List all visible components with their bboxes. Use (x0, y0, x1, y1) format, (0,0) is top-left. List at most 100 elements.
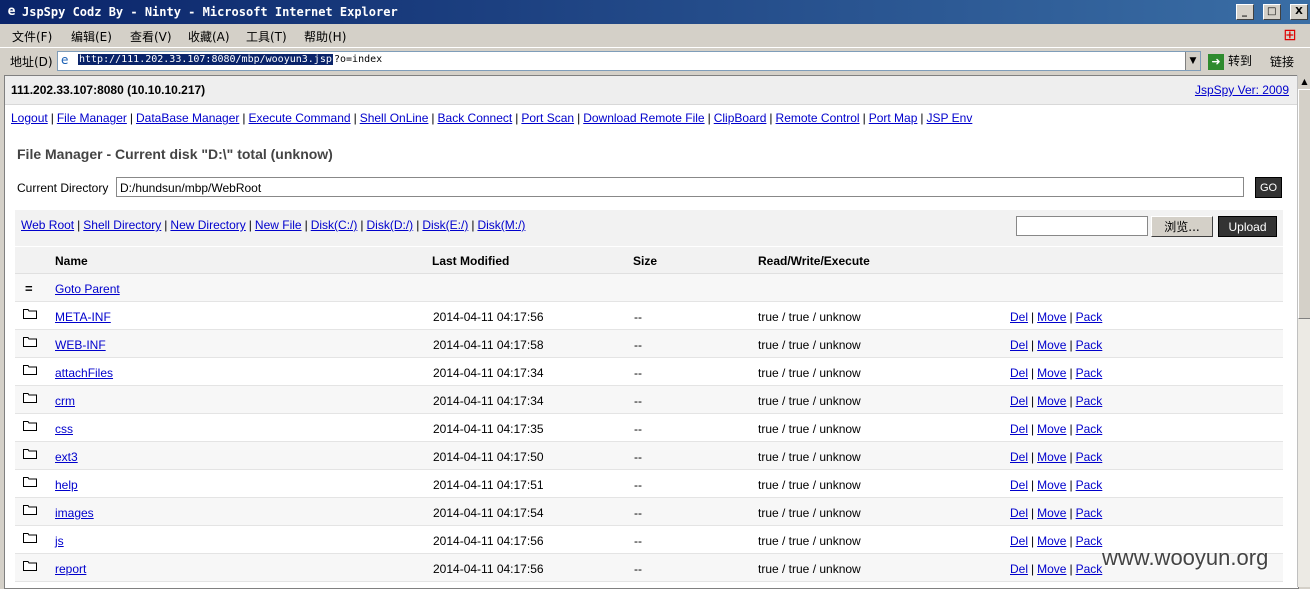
move-link[interactable]: Move (1037, 450, 1066, 464)
file-name-link[interactable]: help (55, 478, 78, 492)
file-table: Name Last Modified Size Read/Write/Execu… (15, 247, 1283, 582)
maximize-button[interactable]: □ (1262, 4, 1281, 20)
parent-row: = Goto Parent (15, 274, 1283, 302)
url-query-text[interactable]: ?o=index (334, 54, 382, 65)
move-link[interactable]: Move (1037, 478, 1066, 492)
pack-link[interactable]: Pack (1076, 478, 1103, 492)
action-shell-directory[interactable]: Shell Directory (83, 218, 161, 232)
nav-clipboard[interactable]: ClipBoard (714, 111, 767, 125)
file-name-link[interactable]: images (55, 506, 94, 520)
nav-port-map[interactable]: Port Map (869, 111, 918, 125)
page-content: 111.202.33.107:8080 (10.10.10.217) JspSp… (4, 75, 1299, 589)
nav-file-manager[interactable]: File Manager (57, 111, 127, 125)
upload-file-input[interactable] (1016, 216, 1148, 236)
del-link[interactable]: Del (1010, 394, 1028, 408)
table-row: ext3 2014-04-11 04:17:50 -- true / true / u… (15, 442, 1283, 470)
move-link[interactable]: Move (1037, 366, 1066, 380)
pack-link[interactable]: Pack (1076, 394, 1103, 408)
nav-download-remote-file[interactable]: Download Remote File (583, 111, 704, 125)
move-link[interactable]: Move (1037, 506, 1066, 520)
nav-jsp-env[interactable]: JSP Env (927, 111, 973, 125)
pack-link[interactable]: Pack (1076, 450, 1103, 464)
pack-link[interactable]: Pack (1076, 534, 1103, 548)
vertical-scrollbar[interactable]: ▲ (1297, 75, 1310, 587)
browse-button[interactable]: 浏览... (1151, 216, 1213, 237)
move-link[interactable]: Move (1037, 562, 1066, 576)
move-link[interactable]: Move (1037, 394, 1066, 408)
close-button[interactable]: X (1290, 4, 1308, 20)
menu-edit[interactable]: 编辑(E) (71, 28, 112, 45)
move-link[interactable]: Move (1037, 310, 1066, 324)
move-link[interactable]: Move (1037, 534, 1066, 548)
scroll-thumb[interactable] (1298, 89, 1310, 319)
directory-go-button[interactable]: GO (1255, 177, 1282, 198)
nav-back-connect[interactable]: Back Connect (438, 111, 513, 125)
file-name-link[interactable]: attachFiles (55, 366, 113, 380)
del-link[interactable]: Del (1010, 366, 1028, 380)
file-name-link[interactable]: css (55, 422, 73, 436)
file-permissions: true / true / unknow (758, 366, 861, 380)
file-name-link[interactable]: ext3 (55, 450, 78, 464)
menu-file[interactable]: 文件(F) (12, 28, 52, 45)
pack-link[interactable]: Pack (1076, 422, 1103, 436)
menu-tools[interactable]: 工具(T) (246, 28, 287, 45)
del-link[interactable]: Del (1010, 506, 1028, 520)
address-dropdown-icon[interactable]: ▼ (1185, 52, 1200, 70)
nav-logout[interactable]: Logout (11, 111, 48, 125)
window-title: JspSpy Codz By - Ninty - Microsoft Inter… (22, 5, 398, 19)
pack-link[interactable]: Pack (1076, 562, 1103, 576)
pack-link[interactable]: Pack (1076, 366, 1103, 380)
goto-parent-link[interactable]: Goto Parent (55, 282, 120, 296)
file-modified: 2014-04-11 04:17:34 (433, 394, 544, 408)
action-new-directory[interactable]: New Directory (170, 218, 245, 232)
file-name-link[interactable]: META-INF (55, 310, 111, 324)
move-link[interactable]: Move (1037, 338, 1066, 352)
del-link[interactable]: Del (1010, 562, 1028, 576)
nav-shell-online[interactable]: Shell OnLine (360, 111, 429, 125)
pack-link[interactable]: Pack (1076, 338, 1103, 352)
del-link[interactable]: Del (1010, 422, 1028, 436)
del-link[interactable]: Del (1010, 450, 1028, 464)
menu-help[interactable]: 帮助(H) (304, 28, 346, 45)
file-permissions: true / true / unknow (758, 506, 861, 520)
del-link[interactable]: Del (1010, 478, 1028, 492)
menu-favorites[interactable]: 收藏(A) (188, 28, 230, 45)
del-link[interactable]: Del (1010, 534, 1028, 548)
scroll-up-icon[interactable]: ▲ (1298, 75, 1310, 89)
action-disk-e[interactable]: Disk(E:/) (422, 218, 468, 232)
go-button[interactable]: ➜ 转到 (1208, 52, 1252, 70)
file-permissions: true / true / unknow (758, 534, 861, 548)
current-directory-input[interactable]: D:/hundsun/mbp/WebRoot (116, 177, 1244, 197)
address-input[interactable]: e http://111.202.33.107:8080/mbp/wooyun3… (57, 51, 1201, 71)
nav-remote-control[interactable]: Remote Control (776, 111, 860, 125)
links-button[interactable]: 链接 (1270, 53, 1294, 70)
file-name-link[interactable]: report (55, 562, 86, 576)
upload-button[interactable]: Upload (1218, 216, 1277, 237)
action-new-file[interactable]: New File (255, 218, 302, 232)
del-link[interactable]: Del (1010, 338, 1028, 352)
action-web-root[interactable]: Web Root (21, 218, 74, 232)
version-link[interactable]: JspSpy Ver: 2009 (1195, 83, 1289, 97)
pack-link[interactable]: Pack (1076, 310, 1103, 324)
del-link[interactable]: Del (1010, 310, 1028, 324)
folder-icon (23, 337, 37, 347)
column-last-modified: Last Modified (432, 254, 510, 268)
minimize-button[interactable]: _ (1235, 4, 1254, 20)
action-disk-d[interactable]: Disk(D:/) (367, 218, 414, 232)
menu-view[interactable]: 查看(V) (130, 28, 172, 45)
folder-icon (23, 533, 37, 543)
nav-port-scan[interactable]: Port Scan (521, 111, 574, 125)
nav-execute-command[interactable]: Execute Command (249, 111, 351, 125)
url-selected-text[interactable]: http://111.202.33.107:8080/mbp/wooyun3.j… (78, 54, 333, 65)
file-name-link[interactable]: WEB-INF (55, 338, 106, 352)
file-name-link[interactable]: crm (55, 394, 75, 408)
file-name-link[interactable]: js (55, 534, 64, 548)
file-size: -- (634, 394, 642, 408)
move-link[interactable]: Move (1037, 422, 1066, 436)
action-disk-m[interactable]: Disk(M:/) (477, 218, 525, 232)
action-disk-c[interactable]: Disk(C:/) (311, 218, 358, 232)
window-title-bar[interactable]: e JspSpy Codz By - Ninty - Microsoft Int… (0, 0, 1310, 24)
nav-database-manager[interactable]: DataBase Manager (136, 111, 239, 125)
pack-link[interactable]: Pack (1076, 506, 1103, 520)
watermark: www.wooyun.org (1102, 545, 1269, 570)
